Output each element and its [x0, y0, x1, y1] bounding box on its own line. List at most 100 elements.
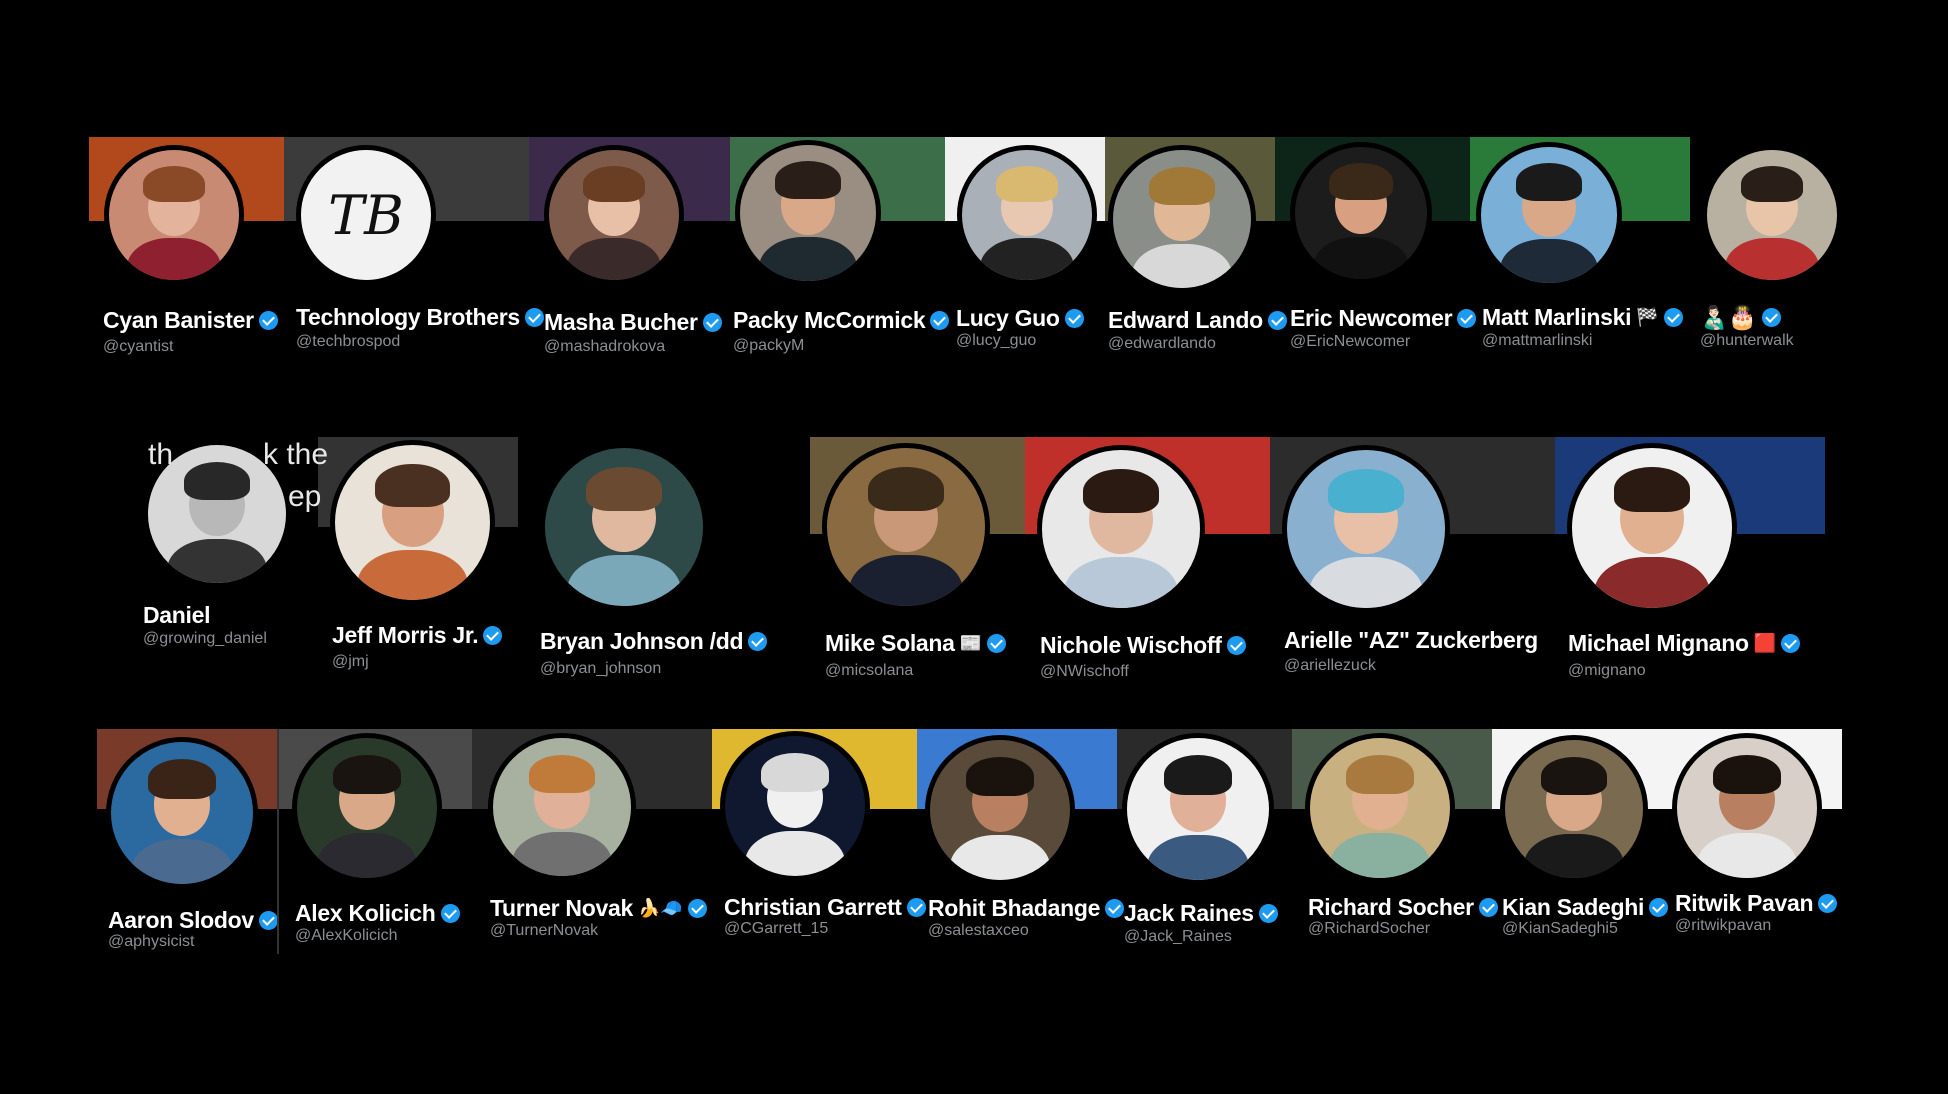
handle[interactable]: @hunterwalk: [1700, 332, 1794, 350]
display-name[interactable]: Turner Novak: [490, 895, 633, 922]
handle[interactable]: @jmj: [332, 653, 369, 671]
avatar-aaron-slodov[interactable]: [106, 737, 258, 889]
handle[interactable]: @bryan_johnson: [540, 660, 661, 678]
display-name[interactable]: Lucy Guo: [956, 305, 1060, 332]
display-name-line[interactable]: 👨🏻‍🍼🎂: [1700, 304, 1781, 331]
avatar-packy-mccormick[interactable]: [735, 140, 881, 286]
avatar-matt-marlinski[interactable]: [1476, 142, 1622, 288]
handle[interactable]: @RichardSocher: [1308, 920, 1430, 938]
display-name[interactable]: Matt Marlinski: [1482, 304, 1631, 331]
handle[interactable]: @NWischoff: [1040, 663, 1129, 681]
handle[interactable]: @growing_daniel: [143, 630, 267, 648]
display-name[interactable]: Edward Lando: [1108, 307, 1263, 334]
display-name[interactable]: Arielle "AZ" Zuckerberg: [1284, 627, 1538, 654]
handle[interactable]: @edwardlando: [1108, 335, 1216, 353]
display-name[interactable]: Christian Garrett: [724, 894, 902, 921]
avatar-jack-raines[interactable]: [1122, 733, 1274, 885]
display-name[interactable]: Technology Brothers: [296, 304, 520, 331]
handle[interactable]: @mashadrokova: [544, 338, 665, 356]
display-name-line[interactable]: Bryan Johnson /dd: [540, 628, 768, 655]
avatar-christian-garrett[interactable]: [720, 731, 870, 881]
display-name[interactable]: Jeff Morris Jr.: [332, 622, 479, 649]
display-name-line[interactable]: Matt Marlinski 🏁: [1482, 304, 1683, 331]
avatar-nichole-wischoff[interactable]: [1037, 445, 1205, 613]
display-name[interactable]: Bryan Johnson /dd: [540, 628, 744, 655]
handle[interactable]: @mignano: [1568, 662, 1646, 680]
handle[interactable]: @mattmarlinski: [1482, 332, 1592, 350]
display-name[interactable]: Masha Bucher: [544, 309, 698, 336]
handle[interactable]: @aphysicist: [108, 933, 195, 951]
handle[interactable]: @CGarrett_15: [724, 920, 828, 938]
display-name[interactable]: Daniel: [143, 602, 211, 629]
display-name-line[interactable]: Alex Kolicich: [295, 900, 460, 927]
display-name-line[interactable]: Arielle "AZ" Zuckerberg: [1284, 627, 1538, 654]
avatar-arielle-zuckerberg[interactable]: [1282, 445, 1450, 613]
display-name-line[interactable]: Jeff Morris Jr.: [332, 622, 503, 649]
display-name[interactable]: Packy McCormick: [733, 307, 926, 334]
handle[interactable]: @micsolana: [825, 662, 913, 680]
display-name-line[interactable]: Masha Bucher: [544, 309, 722, 336]
display-name-line[interactable]: Jack Raines: [1124, 900, 1278, 927]
display-name-line[interactable]: Lucy Guo: [956, 305, 1084, 332]
display-name-line[interactable]: Cyan Banister: [103, 307, 278, 334]
avatar-lucy-guo[interactable]: [957, 145, 1097, 285]
handle[interactable]: @TurnerNovak: [490, 922, 598, 940]
display-name-line[interactable]: Christian Garrett: [724, 894, 926, 921]
display-name[interactable]: Eric Newcomer: [1290, 305, 1453, 332]
display-name-line[interactable]: Edward Lando: [1108, 307, 1287, 334]
avatar-rohit-bhadange[interactable]: [925, 735, 1075, 885]
handle[interactable]: @techbrospod: [296, 333, 400, 351]
display-name-line[interactable]: Packy McCormick: [733, 307, 950, 334]
display-name[interactable]: 👨🏻‍🍼🎂: [1700, 304, 1757, 331]
display-name[interactable]: Aaron Slodov: [108, 907, 254, 934]
display-name-line[interactable]: Ritwik Pavan: [1675, 890, 1838, 917]
handle[interactable]: @salestaxceo: [928, 922, 1029, 940]
display-name-line[interactable]: Nichole Wischoff: [1040, 632, 1246, 659]
display-name[interactable]: Michael Mignano: [1568, 630, 1749, 657]
avatar-mike-solana[interactable]: [822, 443, 990, 611]
display-name-line[interactable]: Technology Brothers: [296, 304, 544, 331]
display-name[interactable]: Rohit Bhadange: [928, 895, 1100, 922]
display-name-line[interactable]: Turner Novak 🍌🧢: [490, 895, 707, 922]
display-name[interactable]: Alex Kolicich: [295, 900, 436, 927]
display-name-line[interactable]: Mike Solana 📰: [825, 630, 1007, 657]
handle[interactable]: @ariellezuck: [1284, 657, 1376, 675]
display-name[interactable]: Mike Solana: [825, 630, 955, 657]
display-name-line[interactable]: Michael Mignano 🟥: [1568, 630, 1801, 657]
display-name-line[interactable]: Daniel: [143, 602, 211, 629]
handle[interactable]: @lucy_guo: [956, 332, 1036, 350]
display-name-line[interactable]: Kian Sadeghi: [1502, 894, 1669, 921]
avatar-michael-mignano[interactable]: [1567, 443, 1737, 613]
avatar-ritwik-pavan[interactable]: [1672, 733, 1822, 883]
display-name[interactable]: Jack Raines: [1124, 900, 1254, 927]
avatar-edward-lando[interactable]: [1108, 145, 1256, 293]
avatar-alex-kolicich[interactable]: [292, 733, 442, 883]
avatar-richard-socher[interactable]: [1305, 733, 1455, 883]
handle[interactable]: @ritwikpavan: [1675, 917, 1771, 935]
display-name[interactable]: Nichole Wischoff: [1040, 632, 1222, 659]
display-name[interactable]: Kian Sadeghi: [1502, 894, 1644, 921]
display-name-line[interactable]: Eric Newcomer: [1290, 305, 1477, 332]
display-name[interactable]: Ritwik Pavan: [1675, 890, 1814, 917]
avatar-kian-sadeghi[interactable]: [1500, 735, 1648, 883]
handle[interactable]: @cyantist: [103, 338, 173, 356]
handle[interactable]: @Jack_Raines: [1124, 928, 1232, 946]
handle[interactable]: @packyM: [733, 337, 804, 355]
avatar-bryan-johnson[interactable]: [540, 443, 708, 611]
avatar-masha-bucher[interactable]: [544, 145, 684, 285]
display-name-line[interactable]: Richard Socher: [1308, 894, 1498, 921]
avatar-turner-novak[interactable]: [488, 733, 636, 881]
avatar-eric-newcomer[interactable]: [1290, 142, 1432, 284]
handle[interactable]: @KianSadeghi5: [1502, 920, 1618, 938]
display-name[interactable]: Cyan Banister: [103, 307, 254, 334]
avatar-cyan-banister[interactable]: [104, 145, 244, 285]
display-name-line[interactable]: Rohit Bhadange: [928, 895, 1125, 922]
avatar-technology-brothers[interactable]: TB: [296, 145, 436, 285]
avatar-hunterwalk[interactable]: [1702, 145, 1842, 285]
avatar-jeff-morris[interactable]: [330, 440, 495, 605]
handle[interactable]: @AlexKolicich: [295, 927, 398, 945]
display-name-line[interactable]: Aaron Slodov: [108, 907, 278, 934]
handle[interactable]: @EricNewcomer: [1290, 333, 1410, 351]
display-name[interactable]: Richard Socher: [1308, 894, 1474, 921]
avatar-shoulders: [1146, 834, 1250, 880]
